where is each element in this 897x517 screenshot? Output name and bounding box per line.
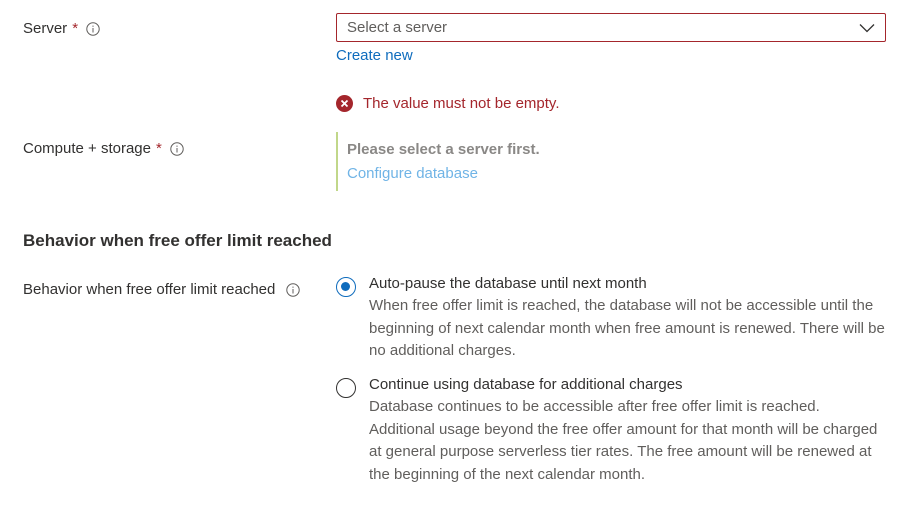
compute-label: Compute + storage [23,140,151,157]
server-error-text: The value must not be empty. [363,95,560,112]
create-new-link[interactable]: Create new [336,47,413,64]
error-icon [336,95,353,112]
server-select-value: Select a server [347,19,448,36]
radio-auto-pause-description: When free offer limit is reached, the da… [369,297,885,359]
compute-info-icon[interactable] [170,141,184,156]
radio-option-auto-pause[interactable]: Auto-pause the database until next month… [336,275,889,363]
radio-continue-title[interactable]: Continue using database for additional c… [369,376,889,394]
server-label-row: Server * [23,20,100,37]
behavior-label: Behavior when free offer limit reached [23,281,276,298]
server-label: Server [23,20,68,37]
server-info-icon[interactable] [86,21,100,36]
compute-required-mark: * [156,140,162,157]
section-title: Behavior when free offer limit reached [23,231,332,250]
compute-info-box: Please select a server first. Configure … [336,132,638,191]
compute-label-row: Compute + storage * [23,140,184,157]
behavior-label-row: Behavior when free offer limit reached [23,281,301,298]
server-select[interactable]: Select a server [336,13,886,42]
chevron-down-icon [859,23,875,33]
radio-option-continue[interactable]: Continue using database for additional c… [336,376,889,486]
configure-database-link[interactable]: Configure database [347,165,478,182]
radio-continue-description: Database continues to be accessible afte… [369,398,878,483]
compute-message: Please select a server first. [347,141,540,158]
behavior-info-icon[interactable] [286,282,301,297]
server-error: The value must not be empty. [336,95,560,112]
radio-auto-pause-title[interactable]: Auto-pause the database until next month [369,275,889,293]
radio-continue[interactable] [336,378,356,398]
radio-auto-pause[interactable] [336,277,356,297]
server-required-mark: * [72,20,79,37]
